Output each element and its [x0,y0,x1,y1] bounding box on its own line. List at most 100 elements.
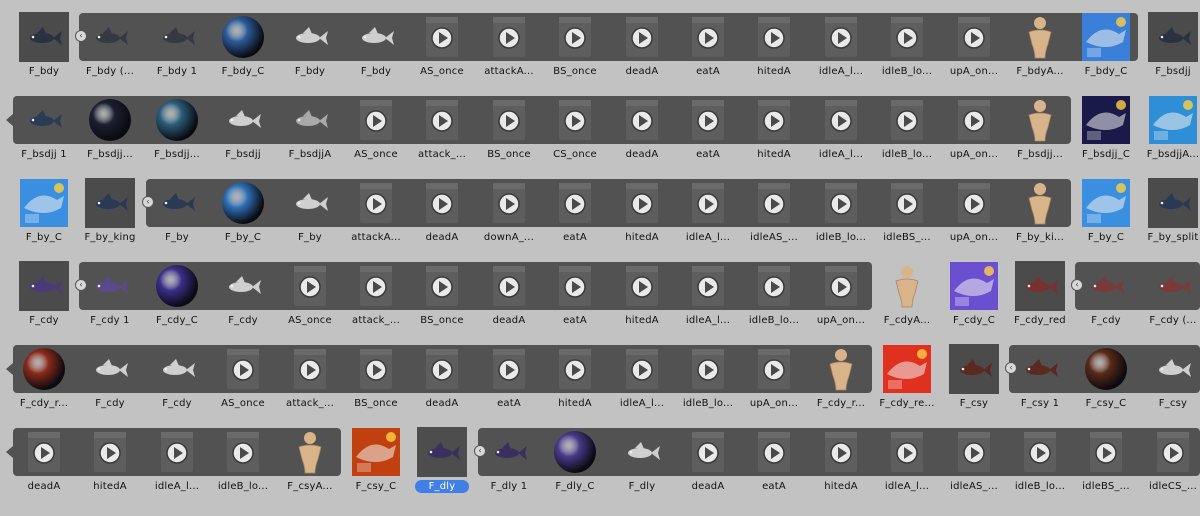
asset-item[interactable]: deadA [609,95,675,175]
asset-item[interactable]: F_cdy_C [144,261,210,341]
asset-item[interactable]: deadA [409,178,475,258]
asset-item[interactable]: F_by_king [77,178,143,258]
asset-item[interactable]: attackA... [476,12,542,92]
asset-item[interactable]: F_cdy [11,261,77,341]
asset-item[interactable]: F_bsdjj [210,95,276,175]
asset-item[interactable]: eatA [542,261,608,341]
asset-item[interactable]: idleA_l... [144,427,210,507]
asset-item[interactable]: idleBS_... [1073,427,1139,507]
asset-item[interactable]: F_cdy [144,344,210,424]
asset-item[interactable]: BS_once [343,344,409,424]
asset-item[interactable]: F_cdy_C [941,261,1007,341]
asset-item[interactable]: idleA_l... [675,261,741,341]
asset-item[interactable]: F_by_ki... [1007,178,1073,258]
asset-item[interactable]: F_cdy [77,344,143,424]
asset-item[interactable]: idleA_l... [808,95,874,175]
asset-item[interactable]: F_by_C [210,178,276,258]
asset-item[interactable]: upA_on... [941,12,1007,92]
asset-item[interactable]: attack_... [409,95,475,175]
asset-item[interactable]: F_bdy (... [77,12,143,92]
asset-item[interactable]: deadA [476,261,542,341]
asset-item[interactable]: F_cdy 1 [77,261,143,341]
asset-item[interactable]: F_bdyA... [1007,12,1073,92]
asset-item[interactable]: downA_... [476,178,542,258]
asset-item[interactable]: attackA... [343,178,409,258]
asset-item[interactable]: idleB_lo... [210,427,276,507]
asset-item[interactable]: idleB_lo... [874,12,940,92]
asset-item[interactable]: F_bdy_C [210,12,276,92]
asset-item[interactable]: F_bdy 1 [144,12,210,92]
asset-item[interactable]: attack_... [277,344,343,424]
asset-item[interactable]: hitedA [609,178,675,258]
asset-item[interactable]: hitedA [808,427,874,507]
asset-item[interactable]: F_by_split [1140,178,1200,258]
asset-item[interactable]: AS_once [343,95,409,175]
asset-item[interactable]: idleB_lo... [874,95,940,175]
asset-item[interactable]: attack_... [343,261,409,341]
asset-item[interactable]: F_bsdjj... [77,95,143,175]
collapse-arrow-icon[interactable]: ‹ [75,30,87,42]
asset-item[interactable]: deadA [609,12,675,92]
asset-item[interactable]: eatA [675,12,741,92]
asset-item[interactable]: F_by [277,178,343,258]
asset-item[interactable]: F_bsdjj 1 [11,95,77,175]
asset-item[interactable]: F_by_C [11,178,77,258]
asset-item[interactable]: idleA_l... [609,344,675,424]
asset-item[interactable]: idleAS_... [941,427,1007,507]
asset-item[interactable]: F_bdy_C [1073,12,1139,92]
asset-item[interactable]: eatA [476,344,542,424]
asset-item[interactable]: F_bdy [277,12,343,92]
asset-item[interactable]: idleB_lo... [1007,427,1073,507]
asset-item[interactable]: F_csyA... [277,427,343,507]
asset-item[interactable]: F_cdy_re... [874,344,940,424]
asset-item[interactable]: F_bsdjjA [277,95,343,175]
asset-item[interactable]: F_bdy [343,12,409,92]
asset-item[interactable]: F_cdy [210,261,276,341]
asset-item[interactable]: F_csy_C [1073,344,1139,424]
asset-item[interactable]: idleAS_... [741,178,807,258]
asset-item[interactable]: BS_once [476,95,542,175]
asset-item[interactable]: eatA [741,427,807,507]
asset-item[interactable]: deadA [409,344,475,424]
asset-item[interactable]: F_by [144,178,210,258]
asset-item[interactable]: hitedA [609,261,675,341]
collapse-arrow-icon[interactable]: ‹ [1005,362,1017,374]
asset-item[interactable]: idleB_lo... [741,261,807,341]
asset-item[interactable]: F_bdy [11,12,77,92]
asset-item[interactable]: upA_on... [941,178,1007,258]
asset-item[interactable]: F_cdy_red [1007,261,1073,341]
asset-item[interactable]: F_csy [941,344,1007,424]
asset-item[interactable]: F_dly_C [542,427,608,507]
asset-item[interactable]: F_bsdjj [1140,12,1200,92]
collapse-arrow-icon[interactable]: ‹ [142,196,154,208]
asset-item[interactable]: F_bsdjj... [144,95,210,175]
asset-item[interactable]: F_csy 1 [1007,344,1073,424]
asset-item[interactable]: AS_once [409,12,475,92]
asset-item[interactable]: eatA [675,95,741,175]
collapse-arrow-icon[interactable]: ‹ [75,279,87,291]
asset-item[interactable]: F_cdy [1073,261,1139,341]
asset-item[interactable]: hitedA [741,95,807,175]
asset-item[interactable]: F_bsdjj... [1007,95,1073,175]
asset-item[interactable]: idleA_l... [675,178,741,258]
asset-item[interactable]: AS_once [277,261,343,341]
asset-item[interactable]: idleB_lo... [808,178,874,258]
asset-item[interactable]: hitedA [741,12,807,92]
asset-item[interactable]: BS_once [542,12,608,92]
asset-item[interactable]: upA_on... [808,261,874,341]
asset-item[interactable]: BS_once [409,261,475,341]
asset-item[interactable]: idleA_l... [874,427,940,507]
asset-item[interactable]: F_bsdjj_C [1073,95,1139,175]
asset-item[interactable]: idleCS_... [1140,427,1200,507]
collapse-arrow-icon[interactable]: ‹ [1071,279,1083,291]
asset-item[interactable]: F_csy [1140,344,1200,424]
asset-item[interactable]: idleB_lo... [675,344,741,424]
asset-item[interactable]: CS_once [542,95,608,175]
asset-item[interactable]: F_cdyA... [874,261,940,341]
asset-item[interactable]: hitedA [542,344,608,424]
asset-item[interactable]: eatA [542,178,608,258]
asset-item[interactable]: deadA [675,427,741,507]
asset-item[interactable]: F_cdy_r... [11,344,77,424]
asset-item[interactable]: idleBS_... [874,178,940,258]
asset-item[interactable]: hitedA [77,427,143,507]
